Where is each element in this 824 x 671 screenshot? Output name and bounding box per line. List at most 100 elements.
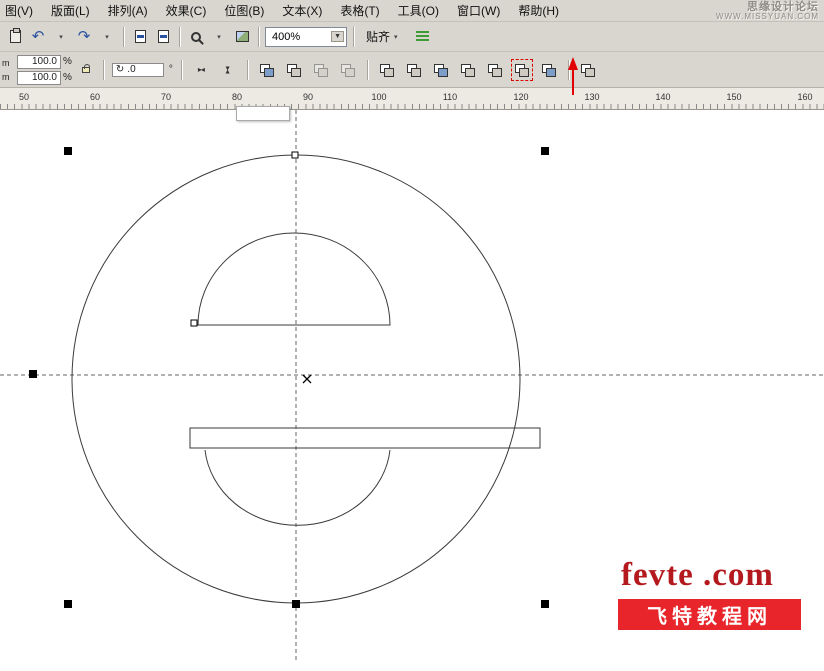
back-minus-front-icon: [515, 64, 528, 76]
import-icon: [135, 30, 146, 43]
ruler-tick: 160: [797, 92, 812, 102]
crossbar-rectangle-shape[interactable]: [190, 428, 540, 448]
menu-effects[interactable]: 效果(C): [157, 0, 216, 22]
align-distribute-icon: [260, 64, 273, 76]
scale-x-field[interactable]: 100.0: [17, 55, 61, 69]
propbar-separator: [103, 60, 104, 80]
menu-window[interactable]: 窗口(W): [448, 0, 509, 22]
ungroup-icon: [314, 64, 327, 76]
intersect-icon: [434, 64, 447, 76]
zoom-level-combobox[interactable]: 400% ▼: [265, 27, 347, 47]
ruler-tick: 50: [19, 92, 29, 102]
percent-y-label: %: [63, 72, 72, 83]
bottom-arc-shape[interactable]: [205, 450, 390, 525]
drawing-canvas[interactable]: fevte .com 飞特教程网: [0, 110, 824, 671]
propbar-separator: [181, 60, 182, 80]
back-minus-front-button[interactable]: [511, 59, 533, 81]
intersect-button[interactable]: [430, 59, 452, 81]
weld-button[interactable]: [376, 59, 398, 81]
ungroup-all-icon: [341, 64, 354, 76]
toolbar-separator: [179, 27, 180, 47]
scale-y-value: 100.0: [32, 72, 57, 83]
toolbar-separator: [258, 27, 259, 47]
unit-labels: m m: [2, 58, 12, 82]
align-distribute-button[interactable]: [256, 59, 278, 81]
rotation-center-marker[interactable]: [303, 375, 311, 383]
selection-handle[interactable]: [541, 600, 549, 608]
curve-nodes[interactable]: [191, 152, 298, 326]
curve-node[interactable]: [191, 320, 197, 326]
import-button[interactable]: [130, 26, 150, 48]
zoom-tool-button[interactable]: [186, 26, 206, 48]
zoom-tool-dropdown[interactable]: ▾: [209, 26, 229, 48]
forum-watermark: 思缘设计论坛 WWW.MISSYUAN.COM: [716, 1, 819, 22]
selection-handle[interactable]: [64, 600, 72, 608]
scale-y-field[interactable]: 100.0: [17, 71, 61, 85]
selection-handle[interactable]: [541, 147, 549, 155]
undo-dropdown[interactable]: ▾: [51, 26, 71, 48]
menu-bitmaps[interactable]: 位图(B): [215, 0, 273, 22]
welcome-screen-button[interactable]: [232, 26, 252, 48]
redo-icon: ↷: [78, 29, 91, 44]
menu-layout[interactable]: 版面(L): [42, 0, 99, 22]
ungroup-button[interactable]: [310, 59, 332, 81]
simplify-button[interactable]: [457, 59, 479, 81]
undo-icon: ↶: [32, 29, 45, 44]
group-button[interactable]: [283, 59, 305, 81]
mirror-horizontal-button[interactable]: ▸◂: [190, 59, 212, 81]
trim-icon: [407, 64, 420, 76]
lock-ratio-button[interactable]: [77, 57, 95, 83]
propbar-separator: [367, 60, 368, 80]
undo-button[interactable]: ↶: [28, 26, 48, 48]
ungroup-all-button[interactable]: [337, 59, 359, 81]
redo-button[interactable]: ↷: [74, 26, 94, 48]
menu-table[interactable]: 表格(T): [331, 0, 388, 22]
rotate-icon: ↻: [116, 64, 124, 75]
magnifier-icon: [191, 32, 201, 42]
property-bar: m m 100.0 % 100.0 % ↻ .0 ° ▸◂ ▸◂: [0, 52, 824, 88]
snap-to-label: 贴齐: [366, 28, 390, 45]
to-front-button[interactable]: [577, 59, 599, 81]
front-minus-back-icon: [488, 64, 501, 76]
ruler-origin-box[interactable]: [236, 106, 290, 121]
menu-help[interactable]: 帮助(H): [509, 0, 568, 22]
picture-icon: [236, 31, 249, 42]
options-button[interactable]: [412, 26, 432, 48]
top-semicircle-shape[interactable]: [198, 233, 390, 325]
degree-label: °: [169, 64, 173, 75]
menu-tools[interactable]: 工具(O): [389, 0, 448, 22]
ruler-tick: 130: [584, 92, 599, 102]
trim-button[interactable]: [403, 59, 425, 81]
menu-view[interactable]: 图(V): [0, 0, 42, 22]
snap-to-dropdown[interactable]: 贴齐 ▾: [360, 26, 409, 48]
lock-icon: [82, 67, 90, 73]
weld-icon: [380, 64, 393, 76]
selection-handle[interactable]: [29, 370, 37, 378]
ruler-tick: 90: [303, 92, 313, 102]
ruler-tick: 70: [161, 92, 171, 102]
paste-button[interactable]: [5, 26, 25, 48]
create-boundary-button[interactable]: [538, 59, 560, 81]
feite-banner: 飞特教程网: [618, 599, 801, 630]
mirror-vertical-button[interactable]: ▸◂: [217, 59, 239, 81]
selection-handles[interactable]: [29, 147, 549, 608]
horizontal-ruler[interactable]: 50 60 70 80 90 100 110 120 130 140 150 1…: [0, 88, 824, 110]
unit-y-label: m: [2, 72, 10, 82]
clipboard-icon: [10, 30, 21, 43]
redo-dropdown[interactable]: ▾: [97, 26, 117, 48]
menu-arrange[interactable]: 排列(A): [99, 0, 157, 22]
front-minus-back-button[interactable]: [484, 59, 506, 81]
rotation-angle-field[interactable]: ↻ .0: [112, 63, 164, 77]
curve-node[interactable]: [292, 152, 298, 158]
export-button[interactable]: [153, 26, 173, 48]
selection-handle[interactable]: [64, 147, 72, 155]
rotation-angle-value: .0: [127, 64, 135, 75]
percent-x-label: %: [63, 56, 72, 67]
standard-toolbar: ↶ ▾ ↷ ▾ ▾ 400% ▼ 贴齐 ▾: [0, 22, 824, 52]
menu-bar: 图(V) 版面(L) 排列(A) 效果(C) 位图(B) 文本(X) 表格(T)…: [0, 0, 824, 22]
selection-handle[interactable]: [292, 600, 300, 608]
menu-text[interactable]: 文本(X): [273, 0, 331, 22]
scale-x-value: 100.0: [32, 56, 57, 67]
caret-down-icon: ▾: [394, 33, 403, 41]
caret-down-icon: ▾: [105, 33, 109, 41]
